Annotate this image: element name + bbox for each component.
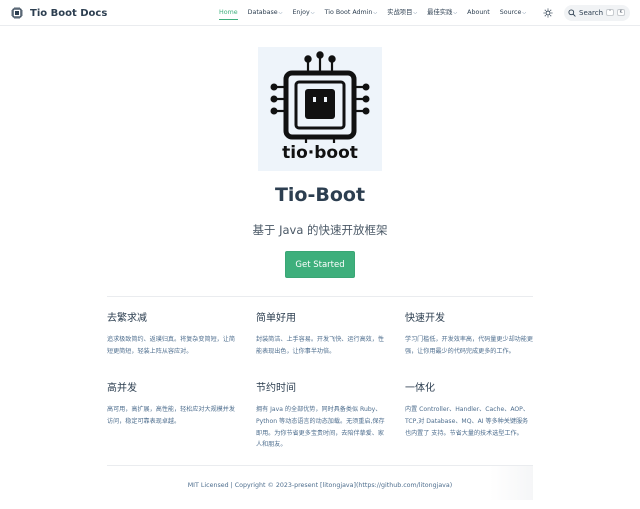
nav-item-projects[interactable]: 实战项目⌵	[387, 0, 417, 26]
chevron-down-icon: ⌵	[522, 10, 527, 16]
nav-item-database[interactable]: Database⌵	[248, 0, 283, 26]
feature-details: 高可用，高扩展，高性能，轻松应对大规模并发访问，稳定可靠表现卓越。	[107, 406, 235, 425]
feature-title: 一体化	[405, 383, 435, 394]
nav-item-label: Source	[499, 9, 522, 16]
chevron-down-icon: ⌵	[373, 10, 378, 16]
feature-title: 去繁求减	[107, 313, 147, 324]
hero-description: 基于 Java 的快速开放框架	[252, 223, 388, 237]
nav-item-best-practices[interactable]: 最佳实践⌵	[427, 0, 457, 26]
feature-title: 节约时间	[256, 383, 296, 394]
nav-item-label: Abount	[467, 9, 490, 16]
footer-divider	[107, 465, 533, 466]
nav-item-home[interactable]: Home	[219, 0, 238, 26]
feature-item: 高并发 高可用，高扩展，高性能，轻松应对大规模并发访问，稳定可靠表现卓越。	[107, 382, 238, 428]
feature-details: 封装简洁、上手容易。开发飞快、运行高效，性能表现出色，让你事半功倍。	[256, 336, 384, 355]
search-icon	[568, 9, 576, 17]
hero-logo-text: tio·boot	[282, 143, 358, 163]
nav-item-label: Home	[219, 9, 238, 16]
main-nav: Home Database⌵ Enjoy⌵ Tio Boot Admin⌵ 实战…	[219, 0, 536, 26]
search-button[interactable]: Search ⌃ K	[564, 5, 630, 21]
nav-item-about[interactable]: Abount	[467, 0, 490, 26]
shortcut-key-k: K	[617, 9, 625, 16]
get-started-button[interactable]: Get Started	[285, 251, 355, 278]
nav-item-label: 实战项目	[387, 9, 413, 16]
home-link[interactable]: Tio Boot Docs	[10, 4, 107, 22]
feature-item: 简单好用 封装简洁、上手容易。开发飞快、运行高效，性能表现出色，让你事半功倍。	[256, 312, 387, 358]
nav-item-label: Database	[247, 9, 278, 16]
nav-item-tio-boot-admin[interactable]: Tio Boot Admin⌵	[325, 0, 378, 26]
hero-title: Tio-Boot	[274, 184, 366, 206]
feature-details: 学习门槛低，开发效率高，代码量更少却功能更强，让你用最少的代码完成更多的工作。	[405, 336, 533, 355]
footer-text: MIT Licensed | Copyright © 2023-present …	[187, 482, 453, 489]
site-title: Tio Boot Docs	[30, 7, 108, 19]
nav-item-enjoy[interactable]: Enjoy⌵	[292, 0, 314, 26]
feature-title: 简单好用	[256, 313, 296, 324]
chevron-down-icon: ⌵	[413, 10, 418, 16]
shortcut-key-ctrl: ⌃	[606, 9, 614, 16]
hero-divider	[107, 296, 533, 297]
search-label: Search	[579, 9, 604, 17]
sun-icon[interactable]	[543, 8, 553, 18]
nav-item-label: Enjoy	[292, 9, 310, 16]
feature-item: 一体化 内置 Controller、Handler、Cache、AOP、TCP,…	[405, 382, 536, 439]
nav-item-label: Tio Boot Admin	[324, 9, 373, 16]
navbar: Tio Boot Docs Home Database⌵ Enjoy⌵ Tio …	[0, 0, 640, 26]
nav-item-source[interactable]: Source⌵	[500, 0, 526, 26]
feature-title: 快速开发	[405, 313, 445, 324]
feature-details: 追求极致简约、返璞归真。将复杂变简短，让简短更简短，轻装上阵从容应对。	[107, 336, 235, 355]
nav-item-label: 最佳实践	[427, 9, 453, 16]
tio-boot-logo-icon	[11, 7, 23, 19]
hero-logo-image: tio·boot	[258, 47, 382, 171]
feature-item: 去繁求减 追求极致简约、返璞归真。将复杂变简短，让简短更简短，轻装上阵从容应对。	[107, 312, 238, 358]
feature-details: 拥有 Java 的全部优势，同时具备类似 Ruby、Python 等动态语言的动…	[256, 406, 385, 449]
feature-title: 高并发	[107, 383, 137, 394]
chevron-down-icon: ⌵	[453, 10, 458, 16]
feature-details: 内置 Controller、Handler、Cache、AOP、TCP,对 Da…	[405, 406, 529, 437]
feature-item: 快速开发 学习门槛低，开发效率高，代码量更少却功能更强，让你用最少的代码完成更多…	[405, 312, 536, 358]
feature-item: 节约时间 拥有 Java 的全部优势，同时具备类似 Ruby、Python 等动…	[256, 382, 387, 451]
chevron-down-icon: ⌵	[278, 10, 283, 16]
chevron-down-icon: ⌵	[310, 10, 315, 16]
